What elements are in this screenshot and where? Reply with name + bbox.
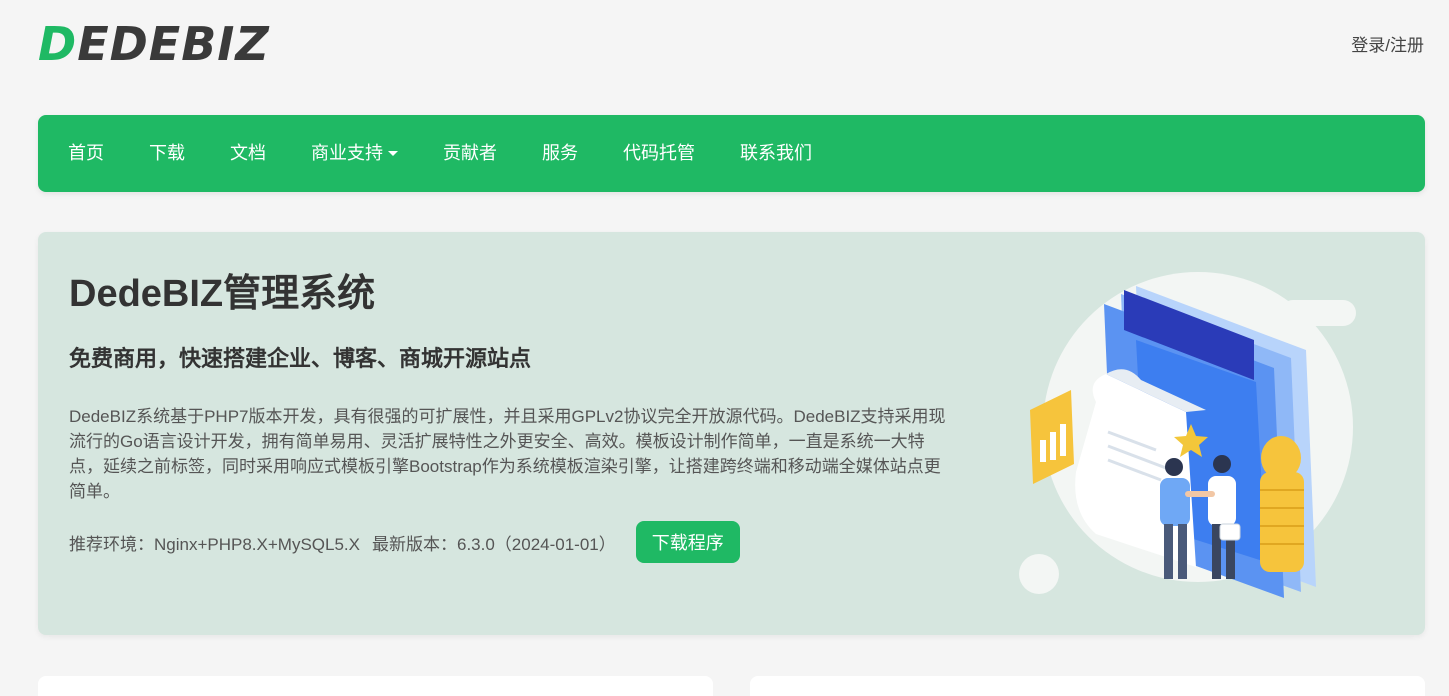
coin-stack-icon [1260, 436, 1304, 572]
nav-item-label: 贡献者 [443, 143, 497, 163]
feature-card [38, 676, 713, 696]
nav-item-label: 联系我们 [740, 143, 812, 163]
login-register-link[interactable]: 登录/注册 [1351, 31, 1424, 56]
logo-letter-d: D [38, 17, 78, 71]
nav-item-label: 商业支持 [311, 143, 383, 163]
nav-item-label: 文档 [230, 143, 266, 163]
dedebiz-logo[interactable]: D EDEBIZ [38, 20, 270, 68]
nav-item-contact[interactable]: 联系我们 [722, 115, 830, 192]
logo-text: EDEBIZ [77, 17, 270, 71]
hero-subtitle: 免费商用，快速搭建企业、博客、商城开源站点 [69, 346, 532, 371]
nav-item-label: 服务 [542, 143, 578, 163]
nav-item-download[interactable]: 下载 [131, 115, 203, 192]
nav-item-business-support[interactable]: 商业支持 [293, 115, 416, 192]
latest-version: 最新版本：6.3.0（2024-01-01） [371, 534, 616, 554]
nav-item-contributors[interactable]: 贡献者 [425, 115, 515, 192]
hero-banner: DedeBIZ管理系统 免费商用，快速搭建企业、博客、商城开源站点 DedeBI… [38, 232, 1425, 635]
nav-item-label: 下载 [149, 143, 185, 163]
nav-item-label: 首页 [68, 143, 104, 163]
page: D EDEBIZ 登录/注册 首页 下载 文档 商业支持 贡献者 服务 代码托管 … [0, 0, 1449, 696]
hero-title: DedeBIZ管理系统 [69, 273, 376, 315]
hero-description: DedeBIZ系统基于PHP7版本开发，具有很强的可扩展性，并且采用GPLv2协… [69, 407, 946, 501]
site-header: D EDEBIZ 登录/注册 [0, 0, 1449, 100]
hero-meta: 推荐环境：Nginx+PHP8.X+MySQL5.X 最新版本：6.3.0（20… [69, 521, 740, 563]
hero-illustration [1019, 272, 1356, 598]
nav-item-code-hosting[interactable]: 代码托管 [605, 115, 713, 192]
nav-item-home[interactable]: 首页 [50, 115, 122, 192]
nav-item-docs[interactable]: 文档 [212, 115, 284, 192]
feature-card [750, 676, 1425, 696]
download-button[interactable]: 下载程序 [635, 521, 740, 563]
nav-item-services[interactable]: 服务 [524, 115, 596, 192]
recommended-env: 推荐环境：Nginx+PHP8.X+MySQL5.X [69, 534, 360, 554]
main-nav: 首页 下载 文档 商业支持 贡献者 服务 代码托管 联系我们 [38, 115, 1425, 192]
nav-item-label: 代码托管 [623, 143, 695, 163]
caret-down-icon [388, 151, 398, 156]
